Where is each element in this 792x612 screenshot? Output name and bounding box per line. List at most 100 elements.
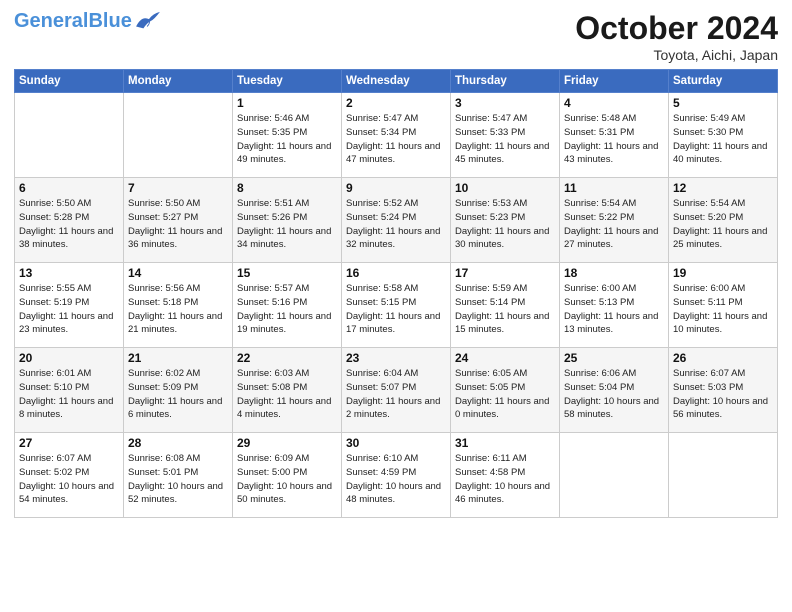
calendar-cell: 8 Sunrise: 5:51 AM Sunset: 5:26 PM Daylig… xyxy=(233,178,342,263)
logo-blue: Blue xyxy=(88,10,131,32)
calendar-cell xyxy=(15,93,124,178)
day-info: Sunrise: 5:59 AM Sunset: 5:14 PM Dayligh… xyxy=(455,282,555,337)
day-number: 2 xyxy=(346,96,446,110)
calendar-cell: 1Sunrise: 5:46 AM Sunset: 5:35 PM Daylig… xyxy=(233,93,342,178)
day-info: Sunrise: 6:00 AM Sunset: 5:13 PM Dayligh… xyxy=(564,282,664,337)
calendar-cell: 14 Sunrise: 5:56 AM Sunset: 5:18 PM Dayli… xyxy=(124,263,233,348)
location: Toyota, Aichi, Japan xyxy=(575,47,778,63)
calendar-cell: 18 Sunrise: 6:00 AM Sunset: 5:13 PM Dayli… xyxy=(560,263,669,348)
col-header-sunday: Sunday xyxy=(15,70,124,93)
day-number: 17 xyxy=(455,266,555,280)
page: GeneralBlue October 2024 Toyota, Aichi, … xyxy=(0,0,792,612)
calendar-cell xyxy=(560,433,669,518)
day-info: Sunrise: 6:03 AM Sunset: 5:08 PM Dayligh… xyxy=(237,367,337,422)
col-header-tuesday: Tuesday xyxy=(233,70,342,93)
day-info: Sunrise: 5:46 AM Sunset: 5:35 PM Dayligh… xyxy=(237,112,337,167)
day-info: Sunrise: 5:54 AM Sunset: 5:22 PM Dayligh… xyxy=(564,197,664,252)
logo-text: GeneralBlue xyxy=(14,11,132,31)
day-info: Sunrise: 5:50 AM Sunset: 5:28 PM Dayligh… xyxy=(19,197,119,252)
day-number: 25 xyxy=(564,351,664,365)
day-number: 19 xyxy=(673,266,773,280)
calendar-cell: 4 Sunrise: 5:48 AM Sunset: 5:31 PM Daylig… xyxy=(560,93,669,178)
day-number: 21 xyxy=(128,351,228,365)
day-info: Sunrise: 5:57 AM Sunset: 5:16 PM Dayligh… xyxy=(237,282,337,337)
calendar-cell: 25Sunrise: 6:06 AM Sunset: 5:04 PM Dayli… xyxy=(560,348,669,433)
day-number: 16 xyxy=(346,266,446,280)
title-block: October 2024 Toyota, Aichi, Japan xyxy=(575,10,778,63)
day-info: Sunrise: 5:52 AM Sunset: 5:24 PM Dayligh… xyxy=(346,197,446,252)
calendar-week-1: 1Sunrise: 5:46 AM Sunset: 5:35 PM Daylig… xyxy=(15,93,778,178)
day-info: Sunrise: 5:48 AM Sunset: 5:31 PM Dayligh… xyxy=(564,112,664,167)
day-info: Sunrise: 5:47 AM Sunset: 5:34 PM Dayligh… xyxy=(346,112,446,167)
day-number: 26 xyxy=(673,351,773,365)
day-info: Sunrise: 6:04 AM Sunset: 5:07 PM Dayligh… xyxy=(346,367,446,422)
col-header-friday: Friday xyxy=(560,70,669,93)
day-info: Sunrise: 6:10 AM Sunset: 4:59 PM Dayligh… xyxy=(346,452,446,507)
day-number: 24 xyxy=(455,351,555,365)
day-number: 11 xyxy=(564,181,664,195)
calendar-cell: 22 Sunrise: 6:03 AM Sunset: 5:08 PM Dayli… xyxy=(233,348,342,433)
calendar-cell: 13 Sunrise: 5:55 AM Sunset: 5:19 PM Dayli… xyxy=(15,263,124,348)
day-number: 13 xyxy=(19,266,119,280)
day-number: 9 xyxy=(346,181,446,195)
calendar-cell: 29Sunrise: 6:09 AM Sunset: 5:00 PM Dayli… xyxy=(233,433,342,518)
day-number: 5 xyxy=(673,96,773,110)
calendar-cell: 11 Sunrise: 5:54 AM Sunset: 5:22 PM Dayli… xyxy=(560,178,669,263)
col-header-saturday: Saturday xyxy=(669,70,778,93)
col-header-wednesday: Wednesday xyxy=(342,70,451,93)
day-number: 31 xyxy=(455,436,555,450)
col-header-monday: Monday xyxy=(124,70,233,93)
calendar-header-row: SundayMondayTuesdayWednesdayThursdayFrid… xyxy=(15,70,778,93)
day-info: Sunrise: 6:09 AM Sunset: 5:00 PM Dayligh… xyxy=(237,452,337,507)
calendar-cell: 30 Sunrise: 6:10 AM Sunset: 4:59 PM Dayli… xyxy=(342,433,451,518)
day-info: Sunrise: 6:08 AM Sunset: 5:01 PM Dayligh… xyxy=(128,452,228,507)
day-number: 23 xyxy=(346,351,446,365)
calendar-week-5: 27Sunrise: 6:07 AM Sunset: 5:02 PM Dayli… xyxy=(15,433,778,518)
header: GeneralBlue October 2024 Toyota, Aichi, … xyxy=(14,10,778,63)
day-info: Sunrise: 6:07 AM Sunset: 5:02 PM Dayligh… xyxy=(19,452,119,507)
day-info: Sunrise: 5:53 AM Sunset: 5:23 PM Dayligh… xyxy=(455,197,555,252)
day-info: Sunrise: 5:49 AM Sunset: 5:30 PM Dayligh… xyxy=(673,112,773,167)
calendar-cell: 27Sunrise: 6:07 AM Sunset: 5:02 PM Dayli… xyxy=(15,433,124,518)
day-number: 15 xyxy=(237,266,337,280)
day-info: Sunrise: 5:55 AM Sunset: 5:19 PM Dayligh… xyxy=(19,282,119,337)
day-info: Sunrise: 6:01 AM Sunset: 5:10 PM Dayligh… xyxy=(19,367,119,422)
calendar-cell: 6 Sunrise: 5:50 AM Sunset: 5:28 PM Daylig… xyxy=(15,178,124,263)
calendar-cell: 20 Sunrise: 6:01 AM Sunset: 5:10 PM Dayli… xyxy=(15,348,124,433)
day-number: 30 xyxy=(346,436,446,450)
day-number: 6 xyxy=(19,181,119,195)
calendar-week-4: 20 Sunrise: 6:01 AM Sunset: 5:10 PM Dayli… xyxy=(15,348,778,433)
day-info: Sunrise: 5:56 AM Sunset: 5:18 PM Dayligh… xyxy=(128,282,228,337)
day-info: Sunrise: 5:47 AM Sunset: 5:33 PM Dayligh… xyxy=(455,112,555,167)
day-number: 14 xyxy=(128,266,228,280)
calendar-cell: 10 Sunrise: 5:53 AM Sunset: 5:23 PM Dayli… xyxy=(451,178,560,263)
calendar-cell: 17 Sunrise: 5:59 AM Sunset: 5:14 PM Dayli… xyxy=(451,263,560,348)
calendar-cell: 21 Sunrise: 6:02 AM Sunset: 5:09 PM Dayli… xyxy=(124,348,233,433)
month-title: October 2024 xyxy=(575,10,778,47)
calendar-cell: 16 Sunrise: 5:58 AM Sunset: 5:15 PM Dayli… xyxy=(342,263,451,348)
day-number: 8 xyxy=(237,181,337,195)
logo-bird-icon xyxy=(134,10,162,32)
day-info: Sunrise: 6:11 AM Sunset: 4:58 PM Dayligh… xyxy=(455,452,555,507)
calendar-week-2: 6 Sunrise: 5:50 AM Sunset: 5:28 PM Daylig… xyxy=(15,178,778,263)
calendar-cell: 2 Sunrise: 5:47 AM Sunset: 5:34 PM Daylig… xyxy=(342,93,451,178)
day-number: 18 xyxy=(564,266,664,280)
day-number: 22 xyxy=(237,351,337,365)
day-number: 10 xyxy=(455,181,555,195)
calendar-cell: 15 Sunrise: 5:57 AM Sunset: 5:16 PM Dayli… xyxy=(233,263,342,348)
calendar-cell: 7Sunrise: 5:50 AM Sunset: 5:27 PM Daylig… xyxy=(124,178,233,263)
day-number: 4 xyxy=(564,96,664,110)
calendar-cell: 9 Sunrise: 5:52 AM Sunset: 5:24 PM Daylig… xyxy=(342,178,451,263)
day-info: Sunrise: 5:58 AM Sunset: 5:15 PM Dayligh… xyxy=(346,282,446,337)
calendar-cell xyxy=(669,433,778,518)
calendar-week-3: 13 Sunrise: 5:55 AM Sunset: 5:19 PM Dayli… xyxy=(15,263,778,348)
day-number: 12 xyxy=(673,181,773,195)
day-info: Sunrise: 6:02 AM Sunset: 5:09 PM Dayligh… xyxy=(128,367,228,422)
day-info: Sunrise: 5:51 AM Sunset: 5:26 PM Dayligh… xyxy=(237,197,337,252)
calendar-cell: 19 Sunrise: 6:00 AM Sunset: 5:11 PM Dayli… xyxy=(669,263,778,348)
day-number: 7 xyxy=(128,181,228,195)
day-info: Sunrise: 6:00 AM Sunset: 5:11 PM Dayligh… xyxy=(673,282,773,337)
day-number: 20 xyxy=(19,351,119,365)
calendar-cell: 31 Sunrise: 6:11 AM Sunset: 4:58 PM Dayli… xyxy=(451,433,560,518)
day-number: 3 xyxy=(455,96,555,110)
